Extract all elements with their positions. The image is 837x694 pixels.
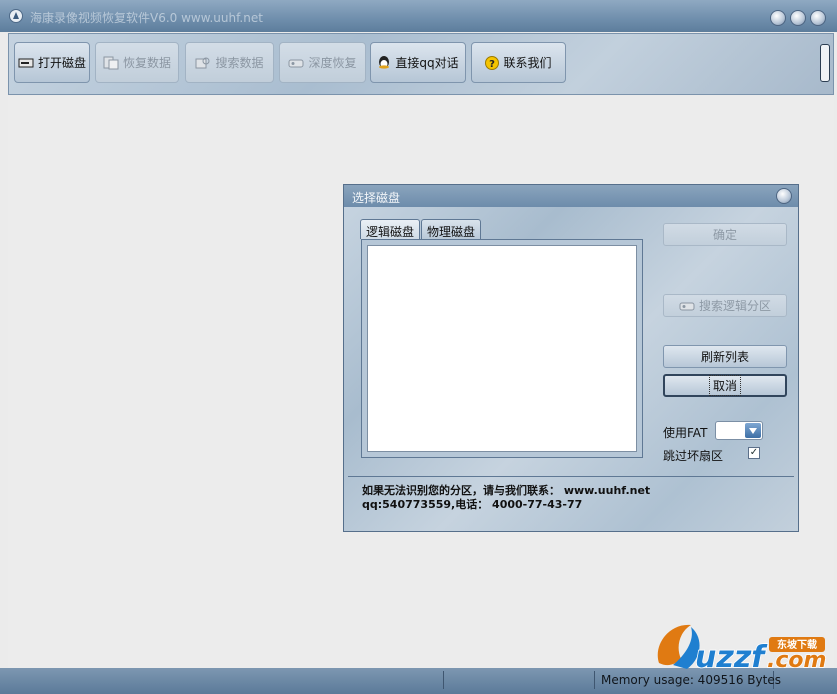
maximize-button[interactable]: [790, 10, 806, 26]
refresh-list-label: 刷新列表: [700, 350, 749, 364]
deep-recover-icon: [679, 302, 695, 310]
minimize-button[interactable]: [770, 10, 786, 26]
refresh-list-button[interactable]: 刷新列表: [663, 345, 787, 368]
disk-list-panel: [361, 239, 643, 458]
main-toolbar: 打开磁盘 恢复数据 搜索数据 深度恢复 直接qq对话 ? 联系我们: [8, 33, 834, 95]
help-icon: ?: [485, 55, 500, 70]
qq-chat-label: 直接qq对话: [395, 56, 459, 70]
contact-info-line1: 如果无法识别您的分区，请与我们联系： www.uuhf.net: [362, 484, 651, 497]
search-data-button[interactable]: 搜索数据: [185, 42, 274, 83]
fat-select[interactable]: [715, 421, 763, 440]
cancel-label: 取消: [708, 375, 742, 396]
ok-label: 确定: [712, 228, 737, 242]
svg-text:东坡下载: 东坡下载: [777, 638, 817, 651]
app-logo-icon: [9, 9, 23, 23]
watermark-logo: uzzf .com 东坡下载: [657, 624, 827, 676]
search-data-icon: [195, 57, 210, 68]
deep-recover-icon: [288, 59, 304, 67]
search-partition-label: 搜索逻辑分区: [698, 299, 771, 313]
status-divider: [443, 671, 444, 689]
open-disk-label: 打开磁盘: [37, 56, 86, 70]
tab-physical-disk[interactable]: 物理磁盘: [421, 219, 482, 239]
contact-us-button[interactable]: ? 联系我们: [471, 42, 566, 83]
restore-icon: [103, 56, 119, 69]
disk-icon: [18, 58, 34, 67]
disk-listbox[interactable]: [367, 245, 637, 452]
contact-us-label: 联系我们: [503, 56, 552, 70]
chevron-down-icon[interactable]: [745, 423, 761, 438]
skip-bad-sectors-label: 跳过坏扇区: [663, 449, 724, 463]
qq-icon: [379, 55, 390, 69]
toolbar-scroll-handle[interactable]: [820, 44, 830, 82]
deep-recover-label: 深度恢复: [308, 56, 357, 70]
deep-recover-button[interactable]: 深度恢复: [279, 42, 366, 83]
search-partition-button[interactable]: 搜索逻辑分区: [663, 294, 787, 317]
use-fat-label: 使用FAT: [663, 426, 708, 440]
status-divider: [594, 671, 595, 689]
dialog-title: 选择磁盘: [344, 185, 798, 207]
contact-info: 如果无法识别您的分区，请与我们联系： www.uuhf.net qq:54077…: [348, 476, 794, 527]
ok-button[interactable]: 确定: [663, 223, 787, 246]
restore-data-label: 恢复数据: [122, 56, 171, 70]
svg-text:uzzf: uzzf: [695, 640, 768, 675]
cancel-button[interactable]: 取消: [663, 374, 787, 397]
skip-bad-sectors-checkbox[interactable]: ✓: [748, 447, 760, 459]
search-data-label: 搜索数据: [215, 56, 264, 70]
dialog-close-button[interactable]: [776, 188, 792, 204]
contact-info-line2: qq:540773559,电话： 4000-77-43-77: [362, 498, 583, 511]
restore-data-button[interactable]: 恢复数据: [95, 42, 179, 83]
close-button[interactable]: [810, 10, 826, 26]
window-titlebar: 海康录像视频恢复软件V6.0 www.uuhf.net: [0, 0, 837, 32]
svg-text:?: ?: [490, 59, 496, 70]
tab-logical-disk[interactable]: 逻辑磁盘: [360, 219, 421, 239]
qq-chat-button[interactable]: 直接qq对话: [370, 42, 466, 83]
open-disk-button[interactable]: 打开磁盘: [14, 42, 90, 83]
select-disk-dialog: 选择磁盘 逻辑磁盘 物理磁盘 确定 搜索逻辑分区 刷新列表 取消 使用FAT 跳…: [343, 184, 799, 532]
window-title: 海康录像视频恢复软件V6.0 www.uuhf.net: [30, 11, 263, 25]
